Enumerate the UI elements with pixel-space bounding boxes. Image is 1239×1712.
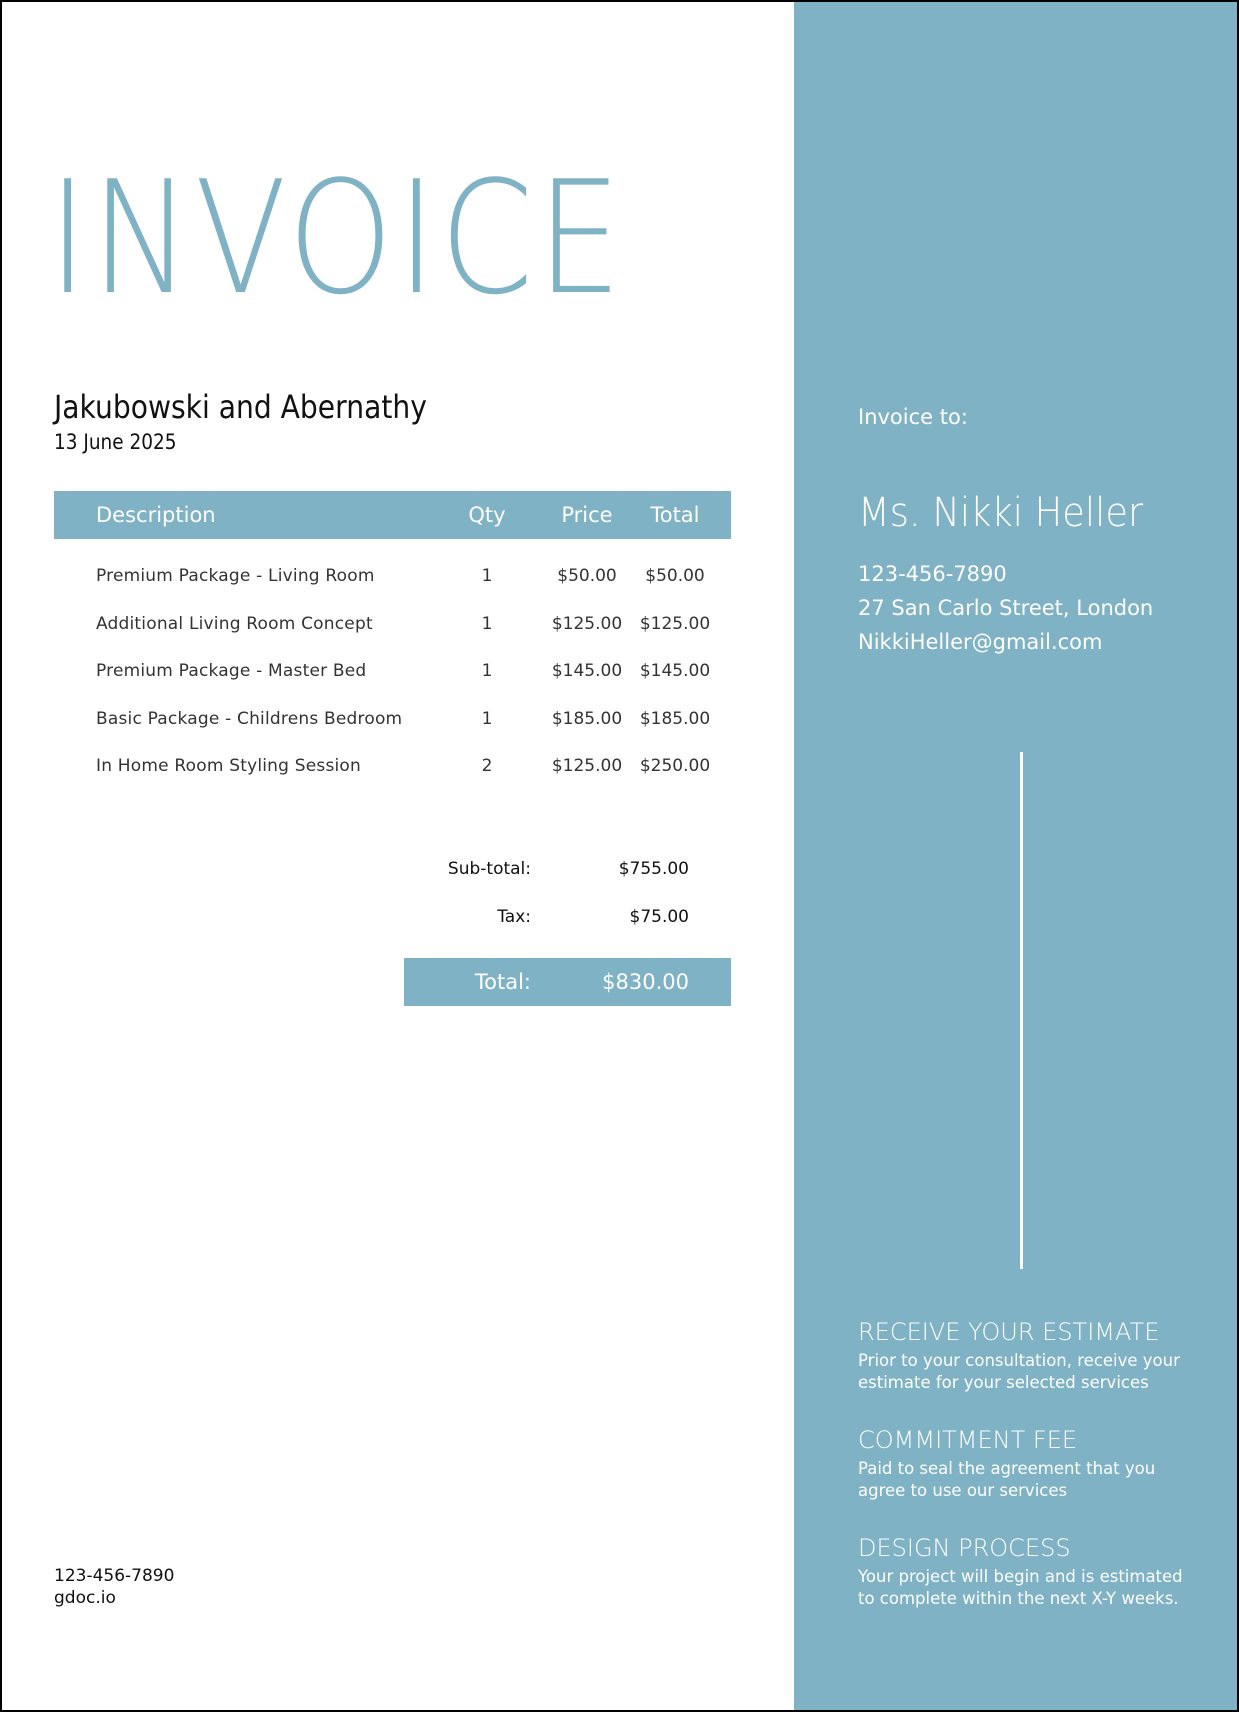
table-row: Premium Package - Master Bed 1 $145.00 $… [54, 651, 731, 691]
row-description: Additional Living Room Concept [96, 614, 373, 634]
row-description: Premium Package - Living Room [96, 566, 375, 586]
footer-phone: 123-456-7890 [54, 1566, 175, 1586]
vertical-divider [1020, 752, 1023, 1269]
step-body: Paid to seal the agreement that you agre… [858, 1459, 1156, 1500]
row-qty: 2 [481, 756, 493, 776]
row-description: In Home Room Styling Session [96, 756, 362, 776]
invoice-to-label: Invoice to: [858, 405, 968, 429]
table-row: Premium Package - Living Room 1 $50.00 $… [54, 556, 731, 596]
table-header: Description Qty Price Total [54, 491, 731, 539]
invoice-title: INVOICE [48, 147, 626, 329]
tax-row: Tax: $75.00 [404, 899, 731, 935]
step-title: DESIGN PROCESS [858, 1534, 1071, 1562]
row-qty: 1 [481, 566, 493, 586]
row-total: $50.00 [645, 566, 705, 586]
row-total: $145.00 [639, 661, 711, 681]
step-body: Prior to your consultation, receive your… [858, 1351, 1180, 1392]
sidebar-panel: Invoice to: Ms. Nikki Heller 123-456-789… [794, 2, 1237, 1710]
row-price: $50.00 [557, 566, 617, 586]
row-total: $125.00 [639, 614, 711, 634]
tax-label: Tax: [497, 907, 531, 927]
client-name: Ms. Nikki Heller [858, 490, 1144, 536]
client-phone: 123-456-7890 [858, 562, 1007, 586]
row-description: Basic Package - Childrens Bedroom [96, 709, 403, 729]
total-label: Total: [474, 970, 531, 994]
total-value: $830.00 [602, 970, 689, 994]
footer-website: gdoc.io [54, 1588, 116, 1608]
row-description: Premium Package - Master Bed [96, 661, 367, 681]
client-email: NikkiHeller@gmail.com [858, 630, 1103, 654]
step-body: Your project will begin and is estimated… [858, 1567, 1183, 1608]
row-total: $185.00 [639, 709, 711, 729]
step-title: RECEIVE YOUR ESTIMATE [858, 1318, 1160, 1346]
table-row: Additional Living Room Concept 1 $125.00… [54, 604, 731, 644]
row-price: $125.00 [551, 756, 623, 776]
invoice-date: 13 June 2025 [54, 430, 177, 454]
row-qty: 1 [481, 614, 493, 634]
header-description: Description [96, 503, 216, 527]
table-row: In Home Room Styling Session 2 $125.00 $… [54, 746, 731, 786]
row-qty: 1 [481, 709, 493, 729]
subtotal-row: Sub-total: $755.00 [404, 851, 731, 887]
grand-total-bar: Total: $830.00 [404, 958, 731, 1006]
row-qty: 1 [481, 661, 493, 681]
row-price: $125.00 [551, 614, 623, 634]
invoice-page: INVOICE Jakubowski and Abernathy 13 June… [0, 0, 1239, 1712]
row-price: $145.00 [551, 661, 623, 681]
row-total: $250.00 [639, 756, 711, 776]
header-total: Total [650, 503, 700, 527]
company-name: Jakubowski and Abernathy [54, 388, 427, 426]
subtotal-value: $755.00 [618, 859, 689, 879]
client-address: 27 San Carlo Street, London [858, 596, 1154, 620]
row-price: $185.00 [551, 709, 623, 729]
table-row: Basic Package - Childrens Bedroom 1 $185… [54, 699, 731, 739]
header-price: Price [561, 503, 613, 527]
step-title: COMMITMENT FEE [858, 1426, 1078, 1454]
header-qty: Qty [468, 503, 506, 527]
tax-value: $75.00 [629, 907, 689, 927]
subtotal-label: Sub-total: [447, 859, 531, 879]
